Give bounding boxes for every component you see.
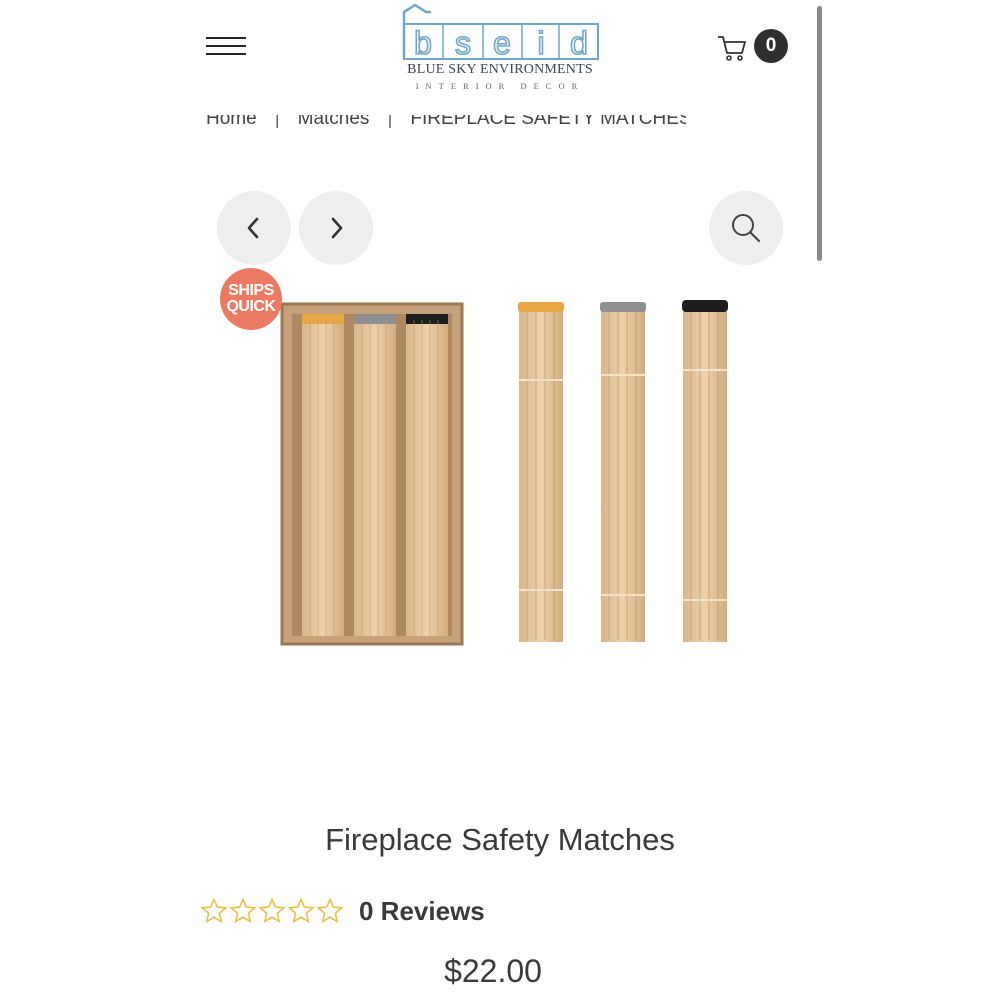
product-price: $22.00: [444, 953, 542, 989]
header-overlap: [200, 92, 700, 115]
match-head-gray: [354, 314, 396, 324]
chevron-left-icon: [247, 217, 259, 239]
menu-button[interactable]: [200, 30, 252, 64]
logo-tagline: BLUE SKY ENVIRONMENTS: [407, 62, 593, 77]
star-outline-icon: [200, 897, 228, 924]
logo-mark: b s e i d: [402, 3, 599, 62]
rating-stars: [200, 897, 344, 925]
product-title: Fireplace Safety Matches: [325, 822, 675, 857]
badge-line-1: SHIPS: [228, 282, 274, 299]
match-bundle-black: [682, 300, 728, 642]
zoom-button[interactable]: [709, 191, 783, 265]
star-outline-icon: [258, 897, 286, 924]
hamburger-menu-icon: [206, 37, 246, 39]
previous-image-button[interactable]: [217, 191, 291, 265]
badge-line-2: QUICK: [226, 298, 276, 315]
star-outline-icon: [229, 897, 257, 924]
logo-letter: i: [537, 25, 544, 61]
cart-button[interactable]: 0: [716, 28, 792, 64]
match-bundle-gray: [600, 302, 646, 642]
match-head-orange: [302, 314, 344, 324]
match-bundle-orange: [518, 302, 564, 642]
scrollbar-thumb[interactable]: [817, 6, 822, 261]
logo-letter: e: [493, 25, 511, 61]
star-outline-icon: [316, 897, 344, 924]
site-logo[interactable]: b s e i d BLUE SKY ENVIRONMENTS INTERIOR…: [395, 3, 605, 92]
star-outline-icon: [287, 897, 315, 924]
logo-letter: b: [414, 25, 432, 61]
cart-count-badge: 0: [754, 29, 788, 63]
shopping-cart-icon: [718, 36, 746, 61]
ships-quick-badge: SHIPS QUICK: [220, 268, 282, 330]
chevron-right-icon: [331, 217, 343, 239]
match-head-black: [406, 314, 448, 324]
product-rating[interactable]: 0 Reviews: [200, 893, 485, 929]
logo-letter: d: [570, 25, 588, 61]
magnifier-icon: [732, 214, 761, 243]
reviews-link[interactable]: 0 Reviews: [359, 896, 485, 927]
logo-letter: s: [455, 25, 471, 61]
product-image[interactable]: [270, 290, 750, 660]
logo-subtagline: INTERIOR DECOR: [415, 81, 585, 91]
next-image-button[interactable]: [299, 191, 373, 265]
